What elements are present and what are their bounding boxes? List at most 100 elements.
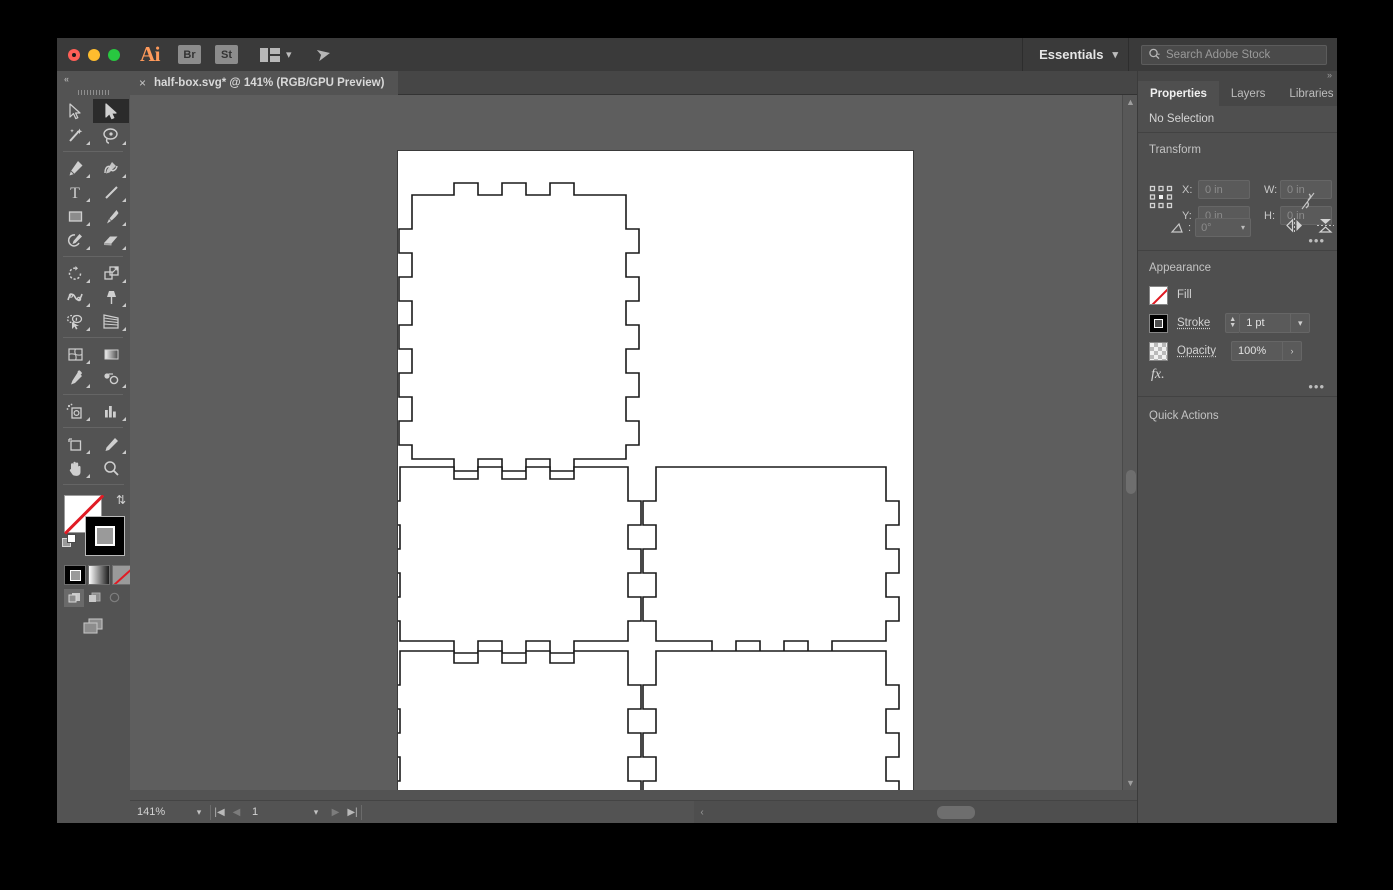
tool-width[interactable] — [57, 285, 93, 309]
stroke-weight-dropdown[interactable]: ▾ — [1291, 313, 1310, 333]
tool-artboard[interactable] — [57, 432, 93, 456]
zoom-dropdown-icon[interactable]: ▾ — [188, 807, 210, 818]
tool-line-segment[interactable] — [93, 180, 129, 204]
tool-type[interactable]: T — [57, 180, 93, 204]
tool-shaper[interactable] — [57, 228, 93, 252]
stroke-color-swatch[interactable] — [1149, 314, 1168, 333]
tool-rotate[interactable] — [57, 261, 93, 285]
workspace-switcher[interactable]: Essentials ▾ — [1023, 47, 1128, 62]
tool-slice[interactable] — [93, 432, 129, 456]
swap-fill-stroke-icon[interactable]: ⇅ — [116, 493, 126, 507]
tab-libraries[interactable]: Libraries — [1277, 81, 1337, 106]
zoom-window-button[interactable] — [108, 49, 120, 61]
tool-lasso[interactable] — [93, 123, 129, 147]
search-input[interactable]: Search Adobe Stock — [1141, 45, 1327, 65]
tool-gradient[interactable] — [93, 342, 129, 366]
collapse-tools-button[interactable]: « — [57, 71, 130, 86]
divider — [1128, 38, 1129, 71]
share-rocket-icon[interactable]: ➤ — [314, 43, 333, 67]
draw-inside-button[interactable] — [104, 589, 124, 607]
tool-shape-builder[interactable] — [57, 309, 93, 333]
stroke-swatch[interactable] — [85, 516, 125, 556]
broken-link-icon — [1301, 191, 1315, 211]
horizontal-scroll-thumb[interactable] — [937, 806, 975, 819]
tool-scale[interactable] — [93, 261, 129, 285]
tool-pen[interactable] — [57, 156, 93, 180]
appearance-more-options[interactable]: ••• — [1308, 383, 1325, 391]
canvas-vertical-scrollbar[interactable]: ▲ ▼ — [1122, 95, 1137, 790]
vertical-scroll-thumb[interactable] — [1126, 470, 1136, 494]
document-tab[interactable]: × half-box.svg* @ 141% (RGB/GPU Preview) — [130, 71, 398, 95]
zoom-level-input[interactable]: 141% — [130, 801, 188, 824]
default-fill-stroke-button[interactable] — [62, 534, 77, 549]
minimize-window-button[interactable] — [88, 49, 100, 61]
stock-button[interactable]: St — [215, 45, 238, 64]
arrange-documents-button[interactable]: ▾ — [260, 48, 292, 62]
stroke-weight-stepper[interactable]: ▲▼ — [1225, 313, 1239, 333]
appearance-heading: Appearance — [1138, 251, 1337, 281]
scroll-down-icon[interactable]: ▼ — [1123, 776, 1138, 790]
next-artboard-button[interactable]: ▶ — [327, 807, 344, 818]
shaper-icon — [66, 232, 84, 249]
tool-zoom[interactable] — [93, 456, 129, 480]
tool-direct-selection[interactable] — [93, 99, 129, 123]
tools-drag-handle[interactable] — [57, 86, 130, 99]
tool-eyedropper[interactable] — [57, 366, 93, 390]
angle-colon: : — [1188, 222, 1191, 234]
scroll-left-icon[interactable]: ‹ — [694, 807, 710, 818]
close-icon[interactable]: × — [139, 77, 146, 89]
tool-curvature[interactable] — [93, 156, 129, 180]
previous-artboard-button[interactable]: ◀ — [228, 807, 245, 818]
stroke-weight-input[interactable]: 1 pt — [1239, 313, 1291, 333]
opacity-checker-swatch[interactable] — [1149, 342, 1168, 361]
tool-paintbrush[interactable] — [93, 204, 129, 228]
tab-properties[interactable]: Properties — [1138, 81, 1219, 106]
artboard[interactable] — [397, 150, 914, 790]
reference-point-selector[interactable] — [1149, 185, 1173, 209]
draw-behind-button[interactable] — [84, 589, 104, 607]
tool-eraser[interactable] — [93, 228, 129, 252]
opacity-label[interactable]: Opacity — [1177, 345, 1216, 357]
fill-color-swatch[interactable] — [1149, 286, 1168, 305]
tool-symbol-sprayer[interactable] — [57, 399, 93, 423]
tool-hand[interactable] — [57, 456, 93, 480]
transform-more-options[interactable]: ••• — [1308, 237, 1325, 245]
tab-layers[interactable]: Layers — [1219, 81, 1278, 106]
effects-button[interactable]: fx. — [1138, 365, 1337, 387]
angle-input[interactable]: 0° ▾ — [1195, 218, 1251, 237]
bridge-button[interactable]: Br — [178, 45, 201, 64]
pen-icon — [67, 160, 84, 177]
opacity-options-button[interactable]: › — [1283, 341, 1302, 361]
tool-column-graph[interactable] — [93, 399, 129, 423]
tool-blend[interactable] — [93, 366, 129, 390]
draw-normal-button[interactable] — [64, 589, 84, 607]
last-artboard-button[interactable]: ▶| — [344, 807, 361, 818]
first-artboard-button[interactable]: |◀ — [211, 807, 228, 818]
scroll-up-icon[interactable]: ▲ — [1123, 95, 1138, 109]
tab-layers-label: Layers — [1231, 88, 1266, 100]
tool-magic-wand[interactable] — [57, 123, 93, 147]
flip-horizontal-button[interactable] — [1286, 218, 1303, 233]
color-mode-button[interactable] — [64, 565, 86, 585]
tool-free-transform[interactable] — [93, 285, 129, 309]
tool-perspective-grid[interactable] — [93, 309, 129, 333]
collapse-panel-icon[interactable]: » — [1327, 70, 1332, 80]
close-window-button[interactable] — [68, 49, 80, 61]
tool-rectangle[interactable] — [57, 204, 93, 228]
panel-bottom-right — [643, 651, 899, 790]
opacity-input[interactable]: 100% — [1231, 341, 1283, 361]
tool-mesh[interactable] — [57, 342, 93, 366]
lock-aspect-ratio-button[interactable] — [1301, 191, 1315, 211]
scale-icon — [103, 265, 120, 282]
gradient-mode-button[interactable] — [88, 565, 110, 585]
canvas-area[interactable] — [130, 95, 1137, 790]
flip-vertical-button[interactable] — [1317, 218, 1334, 233]
opacity-control: 100% › — [1231, 341, 1302, 361]
draw-behind-icon — [88, 592, 101, 604]
change-screen-mode-button[interactable] — [57, 617, 130, 635]
tool-selection[interactable] — [57, 99, 93, 123]
artboard-dropdown-icon[interactable]: ▾ — [305, 807, 327, 818]
stroke-label[interactable]: Stroke — [1177, 317, 1210, 329]
x-input[interactable]: 0 in — [1198, 180, 1250, 199]
artboard-number-input[interactable]: 1 — [245, 801, 305, 824]
